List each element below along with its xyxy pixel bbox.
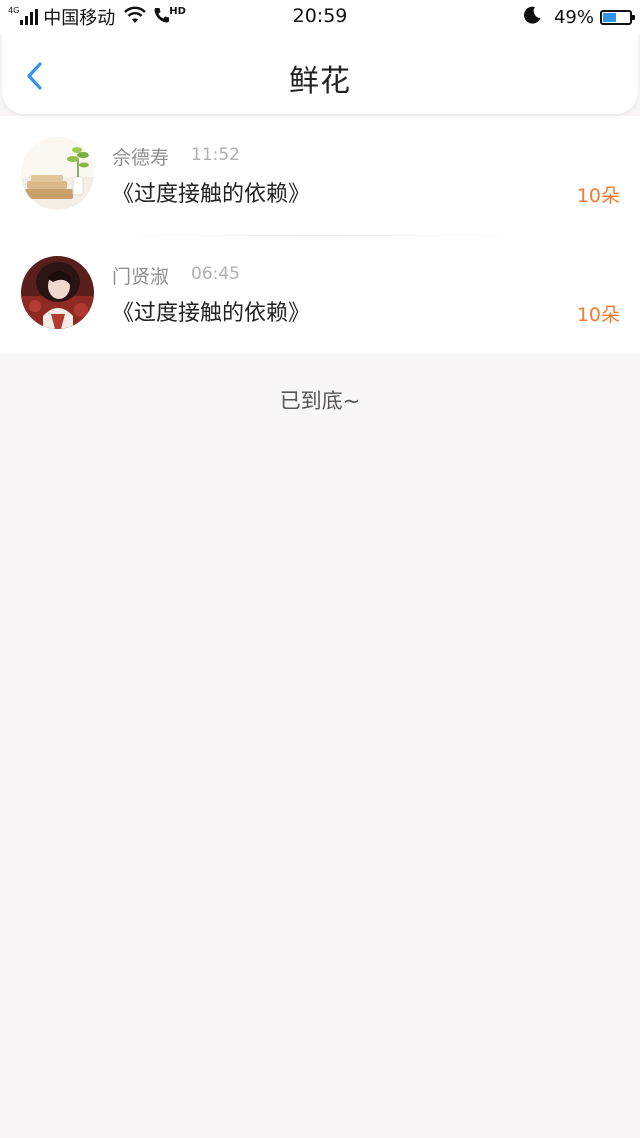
- send-time: 06:45: [191, 264, 240, 284]
- battery-percent: 49%: [553, 6, 594, 28]
- list-item[interactable]: 佘德寿 11:52 《过度接触的依赖》 10朵: [0, 116, 640, 235]
- flower-count: 10朵: [576, 185, 620, 207]
- sender-name: 佘德寿: [112, 147, 170, 169]
- send-time: 11:52: [191, 145, 240, 165]
- end-of-list-text: 已到底~: [279, 389, 361, 413]
- battery-icon: [600, 9, 635, 25]
- battery-level-fill: [603, 12, 616, 22]
- moon-icon: [522, 5, 542, 30]
- status-bar: 4G 中国移动 HD 20:59 49%: [0, 0, 640, 34]
- book-title[interactable]: 《过度接触的依赖》: [112, 295, 310, 327]
- list-item[interactable]: 门贤淑 06:45 《过度接触的依赖》 10朵: [0, 235, 640, 354]
- flower-list: 佘德寿 11:52 《过度接触的依赖》 10朵 门贤淑 06:45 《过度接触的…: [0, 116, 640, 354]
- flower-count: 10朵: [576, 304, 620, 326]
- avatar[interactable]: [21, 256, 94, 329]
- sender-name: 门贤淑: [112, 266, 170, 288]
- avatar[interactable]: [21, 137, 94, 210]
- page-title: 鲜花: [289, 64, 351, 99]
- book-title[interactable]: 《过度接触的依赖》: [112, 176, 310, 208]
- status-right: 49%: [522, 5, 635, 30]
- nav-header: 鲜花: [2, 34, 638, 114]
